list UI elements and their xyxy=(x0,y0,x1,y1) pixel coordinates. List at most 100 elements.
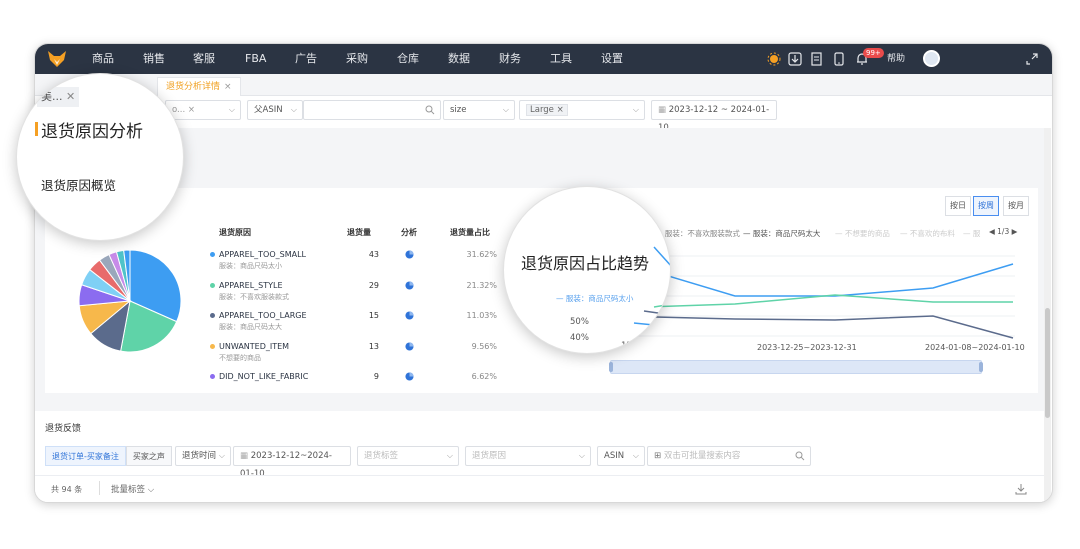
pie-analysis-icon[interactable] xyxy=(405,250,414,259)
return-tag-placeholder: 退货标签 xyxy=(364,451,399,461)
size-tag: Large × xyxy=(526,104,568,116)
close-icon[interactable]: ✕ xyxy=(66,90,75,103)
notification-badge: 99+ xyxy=(863,48,884,58)
top-nav: 商品 销售 客服 FBA 广告 采购 仓库 数据 财务 工具 设置 99+ 帮助 xyxy=(35,44,1052,74)
size-value-select[interactable]: Large × ⌵ xyxy=(519,100,645,120)
legend-item-unwanted[interactable]: — 不想要的商品 xyxy=(835,228,890,239)
row-reason-desc: 不想要的商品 xyxy=(219,353,261,362)
nav-item-ads[interactable]: 广告 xyxy=(295,44,317,74)
by-week-button[interactable]: 按周 xyxy=(973,196,999,216)
legend-item-fabric[interactable]: — 不喜欢的布料 xyxy=(900,228,955,239)
avatar[interactable] xyxy=(923,50,940,67)
nav-item-finance[interactable]: 财务 xyxy=(499,44,521,74)
row-count: 9 xyxy=(373,372,379,381)
col-header-count[interactable]: 退货量 xyxy=(347,227,371,238)
asin-search-input[interactable] xyxy=(303,100,441,120)
x-tick-label: 2023-12-25~2023-12-31 xyxy=(757,343,857,352)
chevron-down-icon: ⌵ xyxy=(632,105,639,114)
pie-analysis-icon[interactable] xyxy=(405,372,414,381)
row-reason-code: UNWANTED_ITEM xyxy=(219,341,290,351)
nav-item-service[interactable]: 客服 xyxy=(193,44,215,74)
legend-pager[interactable]: ◀ 1/3 ▶ xyxy=(989,227,1017,236)
zoom-tab[interactable]: 美... ✕ xyxy=(37,87,80,107)
row-reason-code: APPAREL_TOO_SMALL xyxy=(219,250,306,259)
document-icon[interactable] xyxy=(810,52,824,66)
series-line[interactable] xyxy=(615,259,1014,297)
row-count: 43 xyxy=(368,250,379,259)
pie-chart xyxy=(78,249,182,353)
chevron-down-icon: ⌵ xyxy=(228,105,235,114)
legend-label: 不喜欢的布料 xyxy=(909,229,955,238)
row-reason-code: DID_NOT_LIKE_FABRIC xyxy=(219,372,309,381)
tab-bar: 退货分析详情 × xyxy=(35,74,1052,96)
tab-buyer-voice[interactable]: 买家之声 xyxy=(125,446,172,466)
slider-handle-right[interactable] xyxy=(979,362,983,372)
legend-item-more[interactable]: — 服 xyxy=(963,228,980,239)
pie-analysis-icon[interactable] xyxy=(405,280,414,290)
line-chart xyxy=(615,255,1015,339)
data-zoom-slider[interactable] xyxy=(609,360,983,374)
date-range-picker[interactable]: ▦ 2023-12-12 ~ 2024-01-10 xyxy=(651,100,777,133)
phone-icon[interactable] xyxy=(832,52,846,66)
row-reason-code: APPAREL_TOO_LARGE xyxy=(219,311,307,320)
time-type-select[interactable]: 退货时间 ⌵ xyxy=(175,446,231,466)
size-label: size xyxy=(450,105,467,115)
row-reason-desc: 服装：不喜欢服装款式 xyxy=(219,292,289,301)
slider-handle-left[interactable] xyxy=(609,362,613,372)
nav-item-product[interactable]: 商品 xyxy=(92,44,114,74)
store-select[interactable]: o... × ⌵ xyxy=(165,100,241,120)
download-icon[interactable] xyxy=(788,52,802,66)
asin-type-select[interactable]: ASIN ⌵ xyxy=(597,446,645,466)
return-tag-select[interactable]: 退货标签 ⌵ xyxy=(357,446,459,466)
nav-item-purchase[interactable]: 采购 xyxy=(346,44,368,74)
record-count: 共 94 条 xyxy=(51,485,83,494)
asin-type-label: ASIN xyxy=(604,451,625,461)
by-month-button[interactable]: 按月 xyxy=(1003,196,1029,216)
row-percent: 9.56% xyxy=(471,341,497,351)
parent-asin-select[interactable]: 父ASIN ⌵ xyxy=(247,100,303,120)
nav-item-warehouse[interactable]: 仓库 xyxy=(397,44,419,74)
page-scrollbar[interactable] xyxy=(1044,128,1051,502)
scrollbar-thumb[interactable] xyxy=(1045,308,1050,418)
batch-tag-button[interactable]: 批量标签 ⌵ xyxy=(111,483,154,495)
nav-item-data[interactable]: 数据 xyxy=(448,44,470,74)
nav-item-tools[interactable]: 工具 xyxy=(550,44,572,74)
return-reason-placeholder: 退货原因 xyxy=(472,451,507,461)
nav-item-settings[interactable]: 设置 xyxy=(601,44,623,74)
search-placeholder: 双击可批量搜索内容 xyxy=(663,451,741,461)
legend-item-too-large[interactable]: — 服装：商品尺码太大 xyxy=(743,228,820,239)
feedback-date-picker[interactable]: ▦ 2023-12-12~2024-01-10 xyxy=(233,446,351,479)
by-day-button[interactable]: 按日 xyxy=(945,196,971,216)
x-tick-label: 2024-01-08~2024-01-10 xyxy=(925,343,1025,352)
title-accent-bar xyxy=(35,122,38,136)
sun-icon[interactable] xyxy=(767,52,781,66)
zoom-tab-label: 美... xyxy=(41,90,63,103)
row-color-dot xyxy=(210,374,215,379)
feedback-search-input[interactable]: ⊞ 双击可批量搜索内容 xyxy=(647,446,811,466)
pie-analysis-icon[interactable] xyxy=(405,341,414,351)
feedback-section: 退货反馈 退货订单-买家备注 买家之声 退货时间 ⌵ ▦ 2023-12-12~2… xyxy=(35,411,1045,502)
attribute-select[interactable]: size ⌵ xyxy=(443,100,515,120)
nav-item-fba[interactable]: FBA xyxy=(245,44,266,74)
tab-return-analysis[interactable]: 退货分析详情 × xyxy=(157,77,241,96)
return-reason-select[interactable]: 退货原因 ⌵ xyxy=(465,446,591,466)
row-count: 15 xyxy=(368,311,379,320)
zoom-callout-section: 美... ✕ 退货原因分析 退货原因概览 xyxy=(16,73,184,241)
nav-item-sales[interactable]: 销售 xyxy=(143,44,165,74)
series-line[interactable] xyxy=(615,315,1014,339)
tab-return-orders[interactable]: 退货订单-买家备注 xyxy=(45,446,126,466)
zoom-line-fragment xyxy=(633,246,670,326)
row-reason-desc: 服装：商品尺码太小 xyxy=(219,262,282,270)
help-link[interactable]: 帮助 xyxy=(887,44,905,74)
row-percent: 21.32% xyxy=(466,280,497,290)
series-line[interactable] xyxy=(615,294,1013,309)
chevron-down-icon: ⌵ xyxy=(446,451,453,460)
close-icon[interactable]: × xyxy=(224,82,232,92)
download-icon[interactable] xyxy=(1015,483,1027,495)
col-header-percent[interactable]: 退货量占比 xyxy=(450,227,490,238)
col-header-reason: 退货原因 xyxy=(219,228,251,237)
pie-analysis-icon[interactable] xyxy=(405,311,414,320)
size-tag-label: Large xyxy=(530,105,554,115)
row-reason-code: APPAREL_STYLE xyxy=(219,280,283,290)
expand-icon[interactable] xyxy=(1025,52,1039,66)
